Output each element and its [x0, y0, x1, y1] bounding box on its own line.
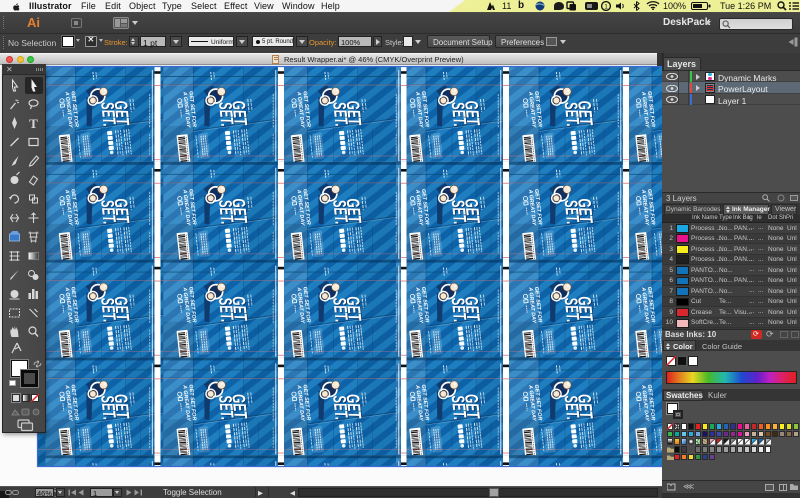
svg-text:T: T	[29, 116, 38, 131]
svg-text:1: 1	[604, 3, 608, 10]
